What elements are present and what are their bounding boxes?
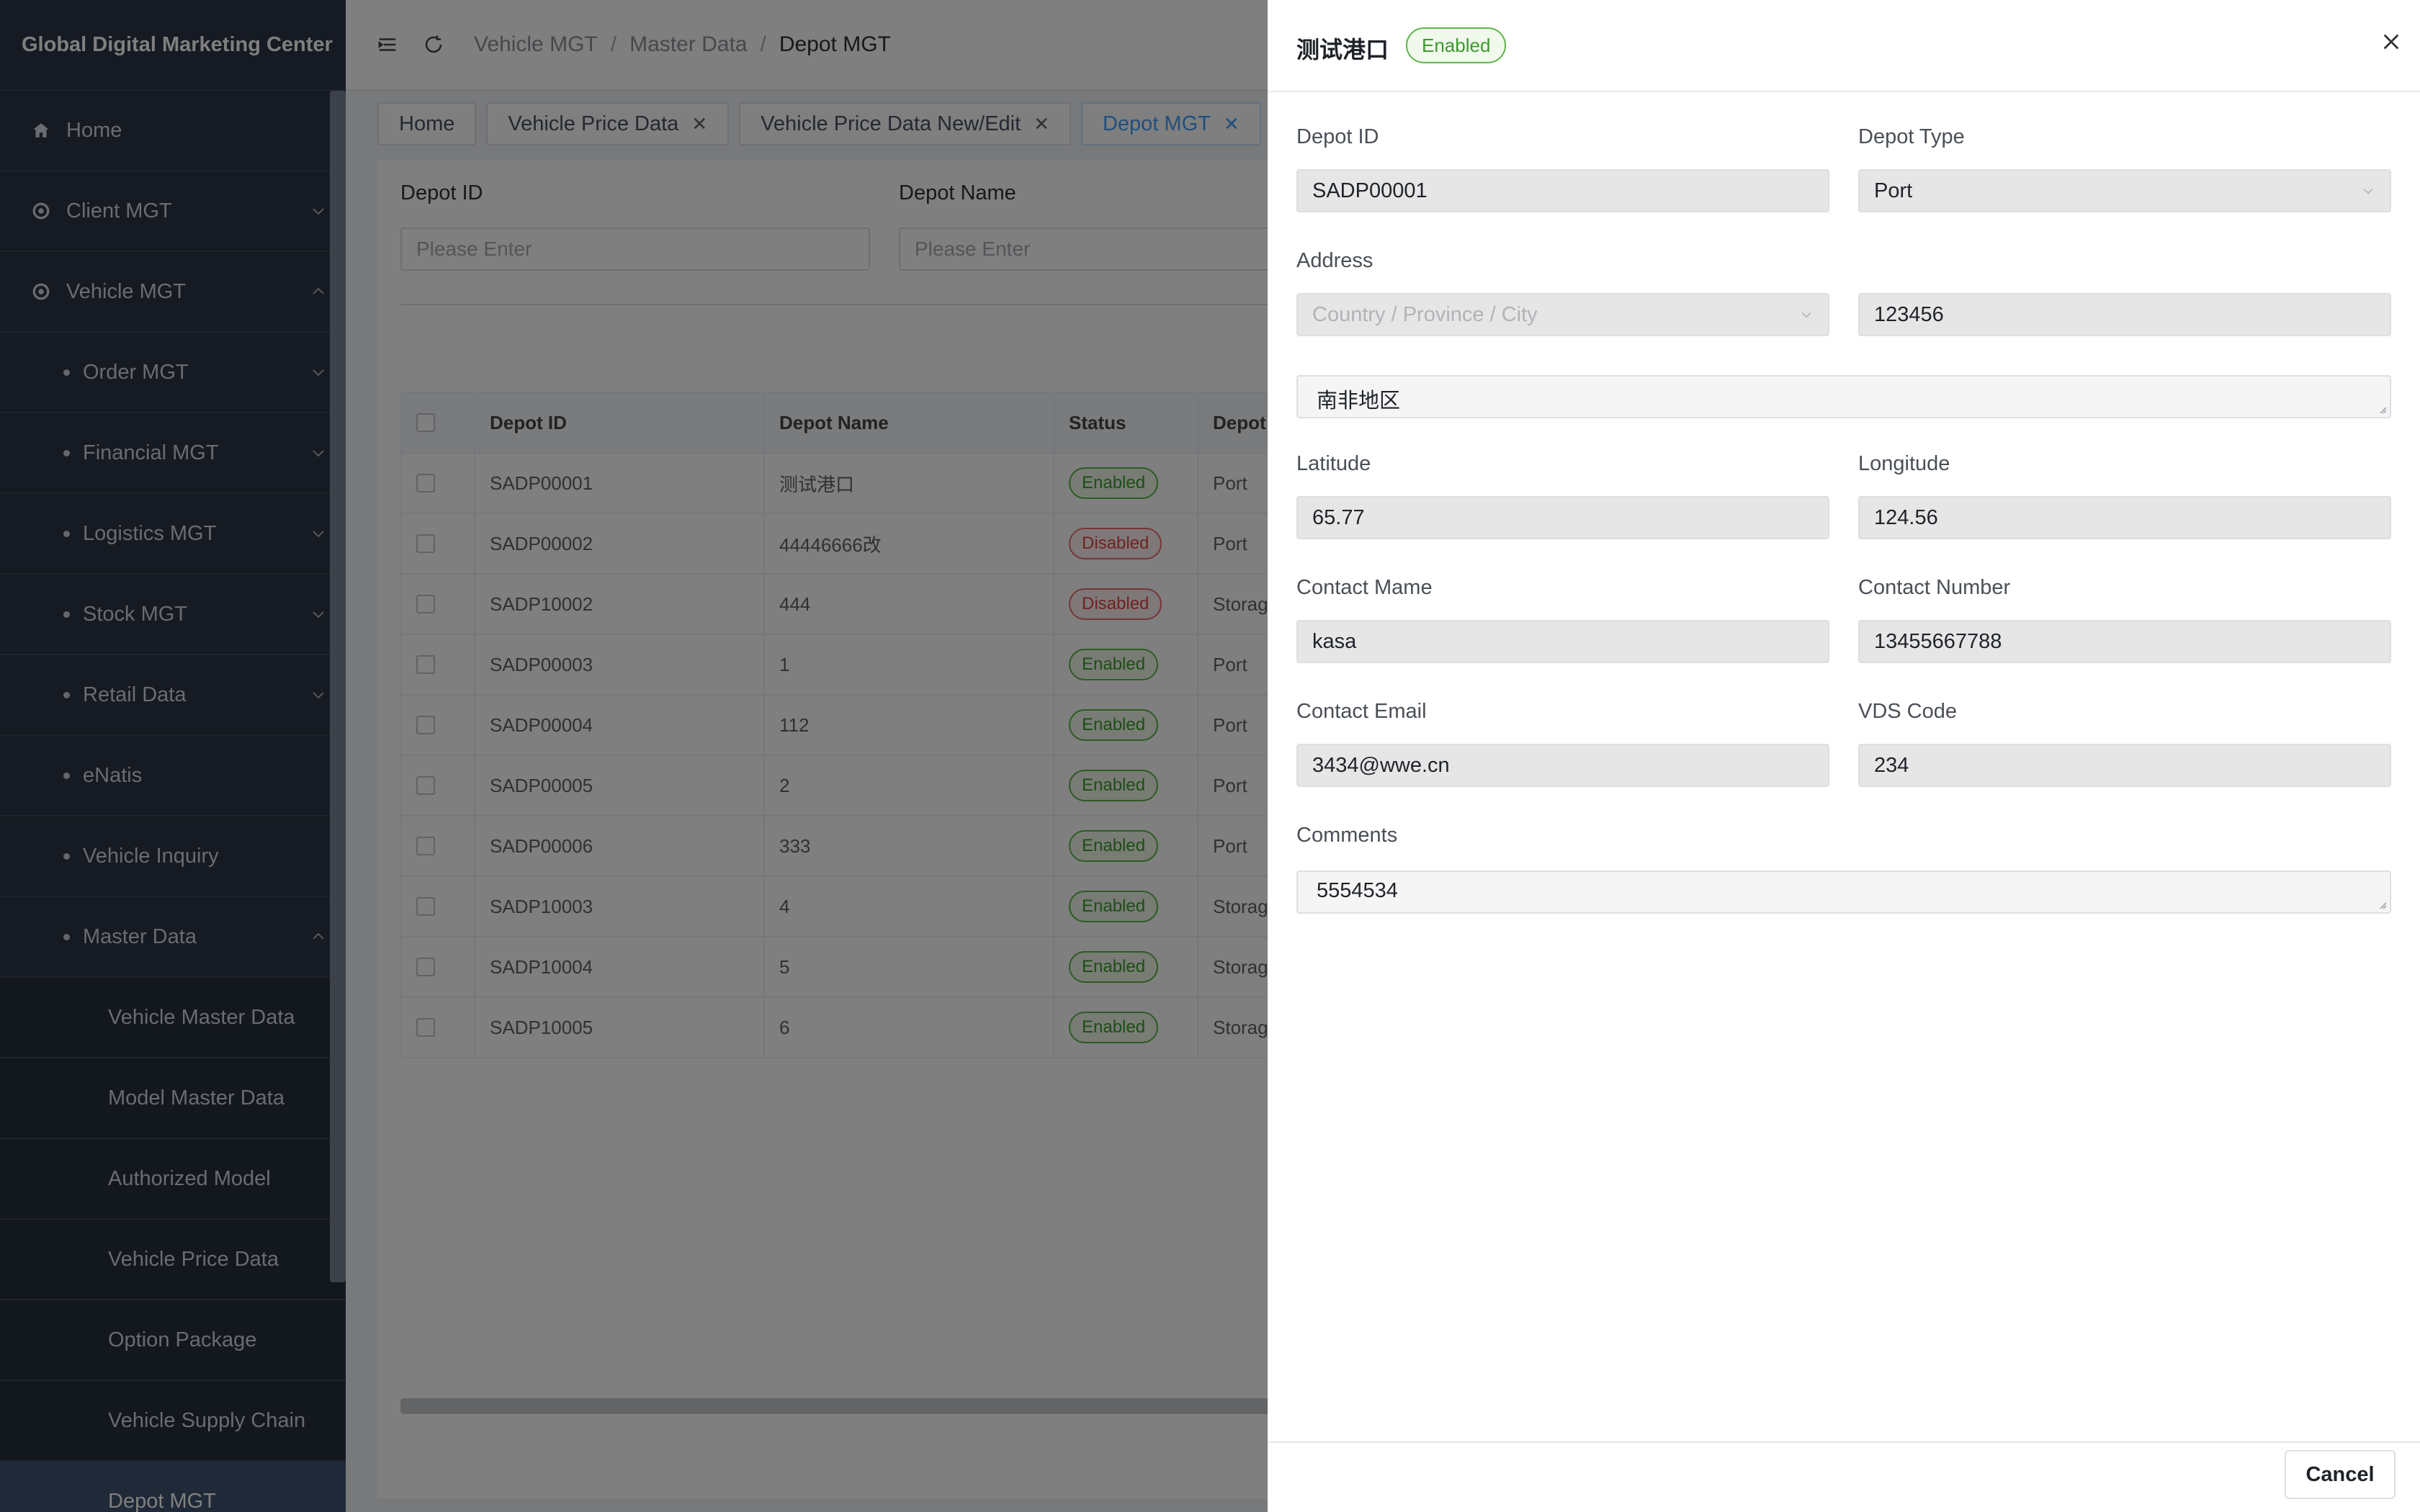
longitude-label: Longitude bbox=[1858, 452, 1950, 475]
drawer-header: 测试港口 Enabled bbox=[1268, 0, 2420, 92]
resize-grip-icon[interactable] bbox=[2377, 899, 2387, 909]
region-placeholder: Country / Province / City bbox=[1312, 302, 1538, 326]
vds-code-label: VDS Code bbox=[1858, 700, 1958, 723]
contact-name-label: Contact Mame bbox=[1296, 576, 1433, 599]
chevron-down-icon bbox=[1801, 312, 1811, 318]
depot-type-label: Depot Type bbox=[1858, 125, 1965, 148]
drawer-title: 测试港口 bbox=[1296, 37, 1389, 63]
modal-overlay[interactable] bbox=[0, 0, 1268, 1512]
comments-textarea[interactable]: 5554534 bbox=[1296, 870, 2391, 914]
postal-code-field[interactable]: 123456 bbox=[1858, 293, 2391, 336]
contact-number-field[interactable]: 13455667788 bbox=[1858, 620, 2391, 663]
address-detail-value: 南非地区 bbox=[1317, 390, 1401, 413]
latitude-field[interactable]: 65.77 bbox=[1296, 496, 1829, 539]
status-badge: Enabled bbox=[1406, 27, 1507, 63]
longitude-field[interactable]: 124.56 bbox=[1858, 496, 2391, 539]
contact-email-field[interactable]: 3434@wwe.cn bbox=[1296, 744, 1829, 787]
cancel-button[interactable]: Cancel bbox=[2285, 1450, 2396, 1499]
depot-type-select[interactable]: Port bbox=[1858, 169, 2391, 212]
depot-type-value: Port bbox=[1874, 179, 1913, 202]
vds-code-field[interactable]: 234 bbox=[1858, 744, 2391, 787]
comments-label: Comments bbox=[1296, 824, 1398, 847]
drawer-footer bbox=[1268, 1441, 2420, 1512]
close-icon[interactable] bbox=[2378, 29, 2404, 55]
address-label: Address bbox=[1296, 249, 1373, 272]
contact-name-field[interactable]: kasa bbox=[1296, 620, 1829, 663]
depot-id-field[interactable]: SADP00001 bbox=[1296, 169, 1829, 212]
region-cascader[interactable]: Country / Province / City bbox=[1296, 293, 1829, 336]
contact-number-label: Contact Number bbox=[1858, 576, 2011, 599]
depot-detail-drawer: 测试港口 Enabled Depot ID SADP00001 Depot Ty… bbox=[1268, 0, 2420, 1512]
comments-value: 5554534 bbox=[1317, 879, 1398, 902]
chevron-down-icon bbox=[2363, 188, 2373, 194]
latitude-label: Latitude bbox=[1296, 452, 1371, 475]
depot-id-label: Depot ID bbox=[1296, 125, 1379, 148]
address-detail-textarea[interactable]: 南非地区 bbox=[1296, 375, 2391, 418]
contact-email-label: Contact Email bbox=[1296, 700, 1427, 723]
resize-grip-icon[interactable] bbox=[2377, 404, 2387, 414]
